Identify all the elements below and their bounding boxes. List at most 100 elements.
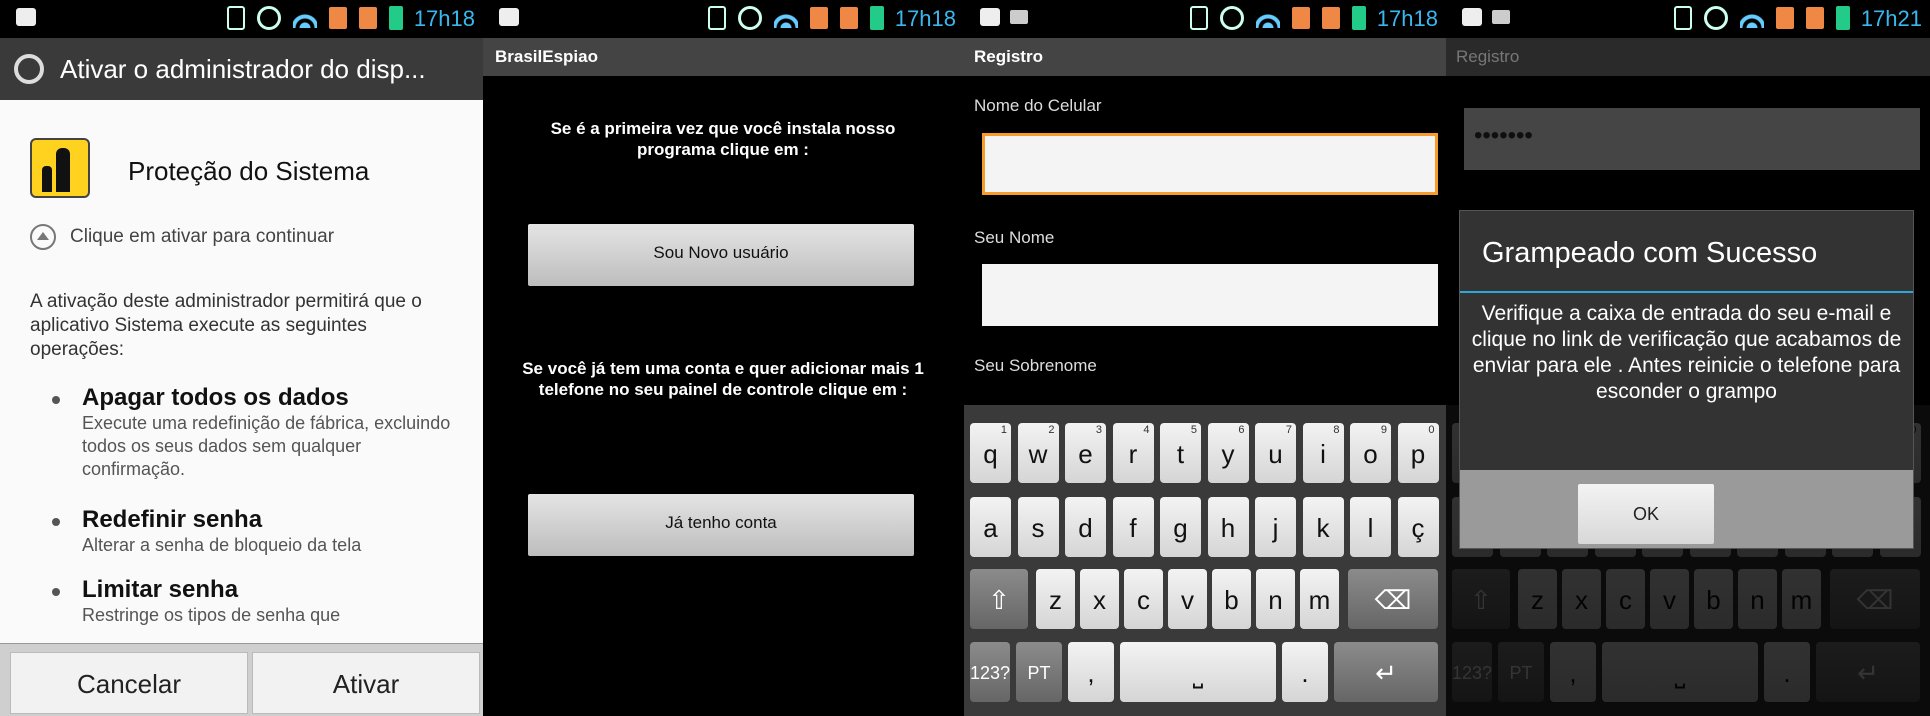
alarm-icon [1220,6,1244,30]
key-number-hint: 2 [1048,424,1055,436]
key-ç[interactable]: ç [1397,497,1439,557]
key-number-hint: 4 [1143,424,1150,436]
existing-account-message: Se você já tem uma conta e quer adiciona… [522,359,924,399]
wifi-icon [1740,8,1764,28]
screen-device-admin: 17h18 Ativar o administrador do disp... … [0,0,483,716]
key-w-label: w [1028,439,1048,469]
status-bar: 17h18 [0,0,483,38]
key-c[interactable]: c [1124,569,1163,629]
cancel-button[interactable]: Cancelar [10,652,248,714]
key-g[interactable]: g [1160,497,1201,557]
key-h[interactable]: h [1207,497,1249,557]
key-l[interactable]: l [1350,497,1391,557]
soft-keyboard: q1w2e3r4t5y6u7i8o9p0asdfghjklç⇧zxcvbnm⌫1… [964,405,1446,716]
screen-brasilespiao-start: 17h18 BrasilEspiao Se é a primeira vez q… [483,0,964,716]
key-p-label: p [1410,439,1426,469]
admin-content[interactable]: Proteção do Sistema Clique em ativar par… [0,100,483,644]
backspace-key-label: ⌫ [1374,585,1412,615]
phone-name-label: Nome do Celular [974,96,1102,115]
key-z[interactable]: z [1036,569,1075,629]
key-d-label: d [1078,513,1093,543]
key-o[interactable]: o9 [1350,423,1391,483]
sim-icon [810,7,828,29]
language-key[interactable]: PT [1016,642,1062,702]
key-e[interactable]: e3 [1065,423,1106,483]
period-key[interactable]: . [1282,642,1328,702]
key-v[interactable]: v [1168,569,1207,629]
key-b[interactable]: b [1212,569,1251,629]
key-n[interactable]: n [1256,569,1295,629]
key-y[interactable]: y6 [1207,423,1249,483]
ok-button[interactable]: OK [1578,484,1714,544]
key-m[interactable]: m [1300,569,1339,629]
key-t[interactable]: t5 [1160,423,1201,483]
comma-key[interactable]: , [1068,642,1114,702]
bullet-icon [52,396,60,404]
vibrate-icon [1674,6,1692,30]
success-dialog: Grampeado com Sucesso Verifique a caixa … [1459,210,1914,549]
period-key-label: . [1301,658,1309,688]
screen-register: 17h18 Registro Nome do Celular Seu Nome … [964,0,1446,716]
key-y-label: y [1221,439,1235,469]
key-number-hint: 7 [1285,424,1292,436]
wifi-icon [293,8,317,28]
symbols-key[interactable]: 123? [970,642,1010,702]
key-g-label: g [1173,513,1188,543]
your-name-input[interactable] [982,264,1438,326]
bullet-icon [52,518,60,526]
key-number-hint: 9 [1380,424,1387,436]
sim-icon [329,7,347,29]
key-i[interactable]: i8 [1302,423,1344,483]
new-user-button[interactable]: Sou Novo usuário [528,224,914,286]
activate-button[interactable]: Ativar [252,652,480,714]
battery-icon [1836,6,1850,30]
wifi-icon [1256,8,1280,28]
key-q[interactable]: q1 [970,423,1011,483]
key-l-label: l [1367,513,1374,543]
key-x[interactable]: x [1080,569,1119,629]
backspace-key[interactable]: ⌫ [1348,569,1438,629]
permission-title: Limitar senha [82,576,239,603]
permission-title: Apagar todos os dados [82,384,349,411]
have-account-button[interactable]: Já tenho conta [528,494,914,556]
clock: 17h18 [894,6,956,31]
key-h-label: h [1220,513,1236,543]
enter-key-label: ↵ [1375,658,1397,688]
key-number-hint: 6 [1238,424,1245,436]
screen-register-success: 17h21 Registro ••••••• q1w2e3r4t5y6u7i8o… [1446,0,1930,716]
notification-icon [980,8,1000,26]
alarm-icon [738,6,762,30]
key-s[interactable]: s [1017,497,1059,557]
permission-desc: Restringe os tipos de senha que [82,605,341,625]
vibrate-icon [1190,6,1208,30]
key-k[interactable]: k [1302,497,1344,557]
notification2-icon [1492,10,1510,24]
key-number-hint: 5 [1190,424,1197,436]
vibrate-icon [227,6,245,30]
key-p[interactable]: p0 [1397,423,1439,483]
expand-up-icon[interactable] [30,224,56,250]
key-u[interactable]: u7 [1255,423,1296,483]
key-o-label: o [1363,439,1378,469]
key-f[interactable]: f [1112,497,1154,557]
key-number-hint: 1 [1000,424,1007,436]
key-a[interactable]: a [970,497,1011,557]
key-w[interactable]: w2 [1017,423,1059,483]
permission-item: Apagar todos os dados Execute uma redefi… [52,384,462,481]
key-number-hint: 8 [1333,424,1340,436]
key-d[interactable]: d [1065,497,1106,557]
key-number-hint: 0 [1428,424,1435,436]
shift-key[interactable]: ⇧ [970,569,1028,629]
symbols-key-label: 123? [970,663,1011,683]
space-key[interactable]: ⎵ [1120,642,1276,702]
comma-key-label: , [1087,658,1095,688]
key-r[interactable]: r4 [1112,423,1154,483]
hint-text: Clique em ativar para continuar [70,226,335,247]
phone-name-input[interactable] [982,133,1438,195]
permission-item: Limitar senha Restringe os tipos de senh… [52,576,462,627]
enter-key[interactable]: ↵ [1334,642,1438,702]
notification-icon [16,8,36,26]
clock: 17h18 [413,6,475,31]
key-j[interactable]: j [1255,497,1296,557]
key-ç-label: ç [1411,513,1425,543]
